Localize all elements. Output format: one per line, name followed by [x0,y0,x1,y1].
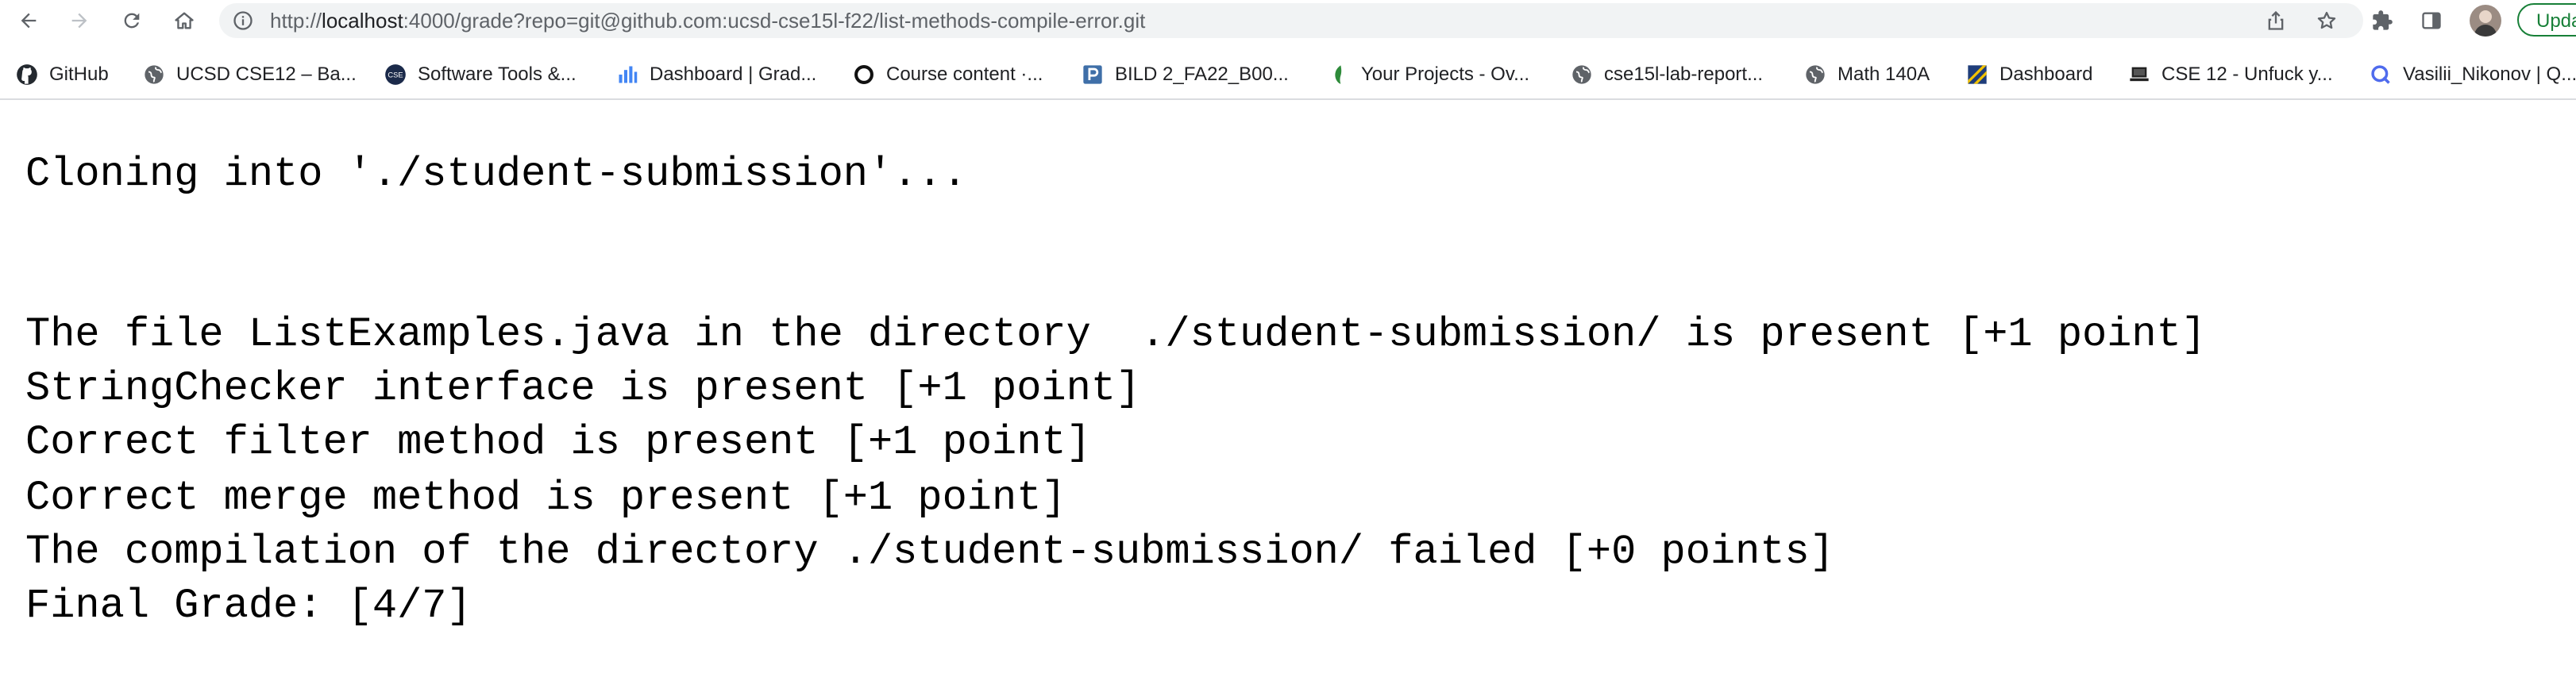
forward-button[interactable] [64,5,95,37]
reload-icon [124,13,140,29]
browser-chrome: http://localhost:4000/grade?repo=git@git… [0,0,2576,100]
arrow-left-icon [21,13,37,29]
bookmark-dashboard-grad[interactable]: Dashboard | Grad... [616,60,816,89]
bookmark-your-projects[interactable]: Your Projects - Ov... [1328,60,1529,89]
puzzle-icon[interactable] [2371,10,2393,32]
home-button[interactable] [168,5,200,37]
bookmark-vasilii-nikonov[interactable]: Vasilii_Nikonov | Q... [2370,60,2576,89]
browser-toolbar: http://localhost:4000/grade?repo=git@git… [0,0,2576,41]
bookmark-bild2[interactable]: BILD 2_FA22_B00... [1082,60,1289,89]
bookmark-github[interactable]: GitHub [16,60,109,89]
globe-icon [1572,65,1591,84]
bookmark-math-140a[interactable]: Math 140A [1804,60,1930,89]
bookmarks-bar: GitHub UCSD CSE12 – Ba... CSE Software T… [0,57,2576,94]
reload-button[interactable] [116,5,148,37]
output-line-interface: StringChecker interface is present [+1 p… [25,365,1141,412]
output-line-file-present: The file ListExamples.java in the direct… [25,311,2207,358]
share-icon[interactable] [2265,10,2287,32]
cse-logo-icon: CSE [385,64,406,85]
update-button[interactable]: Update [2517,3,2576,37]
bookmark-label: GitHub [49,63,109,85]
url-text[interactable]: http://localhost:4000/grade?repo=git@git… [270,10,1145,32]
bookmark-label: Dashboard | Grad... [650,63,817,85]
circle-logo-icon [854,65,873,84]
bookmark-cse12[interactable]: CSE 12 - Unfuck y... [2128,60,2333,89]
bookmark-software-tools[interactable]: CSE Software Tools &... [384,60,577,89]
output-line-merge: Correct merge method is present [+1 poin… [25,475,1066,521]
bookmark-ucsd-cse12[interactable]: UCSD CSE12 – Ba... [143,60,357,89]
bookmark-label: Math 140A [1838,63,1930,85]
bookmark-label: Dashboard [1999,63,2093,85]
back-button[interactable] [13,5,44,37]
side-panel-icon[interactable] [2420,10,2443,32]
arrow-right-icon [71,13,87,29]
bookmark-label: UCSD CSE12 – Ba... [176,63,357,85]
bookmark-label: Your Projects - Ov... [1361,63,1530,85]
github-icon [17,64,37,85]
url-path: :4000/grade?repo=git@github.com:ucsd-cse… [403,9,1146,33]
stripes-logo-icon [1968,65,1987,84]
address-bar[interactable]: http://localhost:4000/grade?repo=git@git… [219,3,2363,38]
globe-icon [1806,65,1825,84]
url-host: localhost [322,9,403,33]
bookmark-cse15l-lab-report[interactable]: cse15l-lab-report... [1571,60,1763,89]
globe-icon [145,65,164,84]
output-line-filter: Correct filter method is present [+1 poi… [25,419,1091,466]
bookmark-dashboard[interactable]: Dashboard [1966,60,2092,89]
q-logo-icon [2371,65,2390,84]
toolbar-divider [0,98,2576,100]
info-icon[interactable] [232,10,254,32]
avatar[interactable] [2470,5,2501,37]
leaf-icon [1335,65,1342,84]
p-logo-icon [1083,65,1102,84]
svg-text:CSE: CSE [388,71,403,79]
bookmark-label: CSE 12 - Unfuck y... [2161,63,2333,85]
output-line-cloning: Cloning into './student-submission'... [25,151,967,198]
bookmark-label: Vasilii_Nikonov | Q... [2403,63,2576,85]
bookmark-label: Software Tools &... [418,63,577,85]
bookmark-label: Course content ·... [886,63,1043,85]
star-icon[interactable] [2316,10,2338,32]
bookmark-label: cse15l-lab-report... [1604,63,1764,85]
bookmark-label: BILD 2_FA22_B00... [1115,63,1289,85]
laptop-icon [2130,67,2149,82]
bar-chart-icon [619,66,638,83]
output-line-compilation: The compilation of the directory ./stude… [25,529,1834,575]
home-icon [175,12,194,29]
output-line-final-grade: Final Grade: [4/7] [25,583,472,629]
url-scheme: http:// [270,9,322,33]
bookmark-course-content[interactable]: Course content ·... [853,60,1043,89]
